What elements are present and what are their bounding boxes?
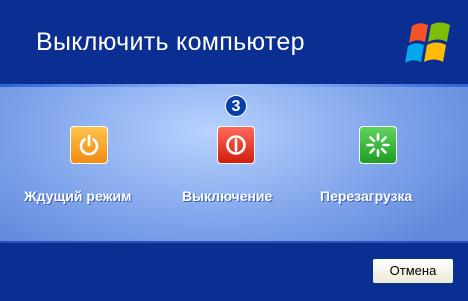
shutdown-dialog: Выключить компьютер 3 Ждущий режим Выклю… — [0, 0, 468, 301]
standby-button[interactable] — [70, 126, 108, 164]
turn-off-button[interactable] — [217, 126, 255, 164]
power-off-icon — [226, 135, 246, 155]
step-number-badge: 3 — [225, 95, 247, 117]
restart-label[interactable]: Перезагрузка — [320, 188, 412, 204]
windows-logo-icon — [405, 22, 450, 63]
restart-button[interactable] — [359, 126, 397, 164]
power-standby-icon — [79, 134, 99, 156]
title-bar: Выключить компьютер — [0, 0, 468, 87]
cancel-button[interactable]: Отмена — [372, 258, 454, 284]
turn-off-label[interactable]: Выключение — [182, 188, 272, 204]
standby-label[interactable]: Ждущий режим — [24, 188, 131, 204]
dialog-title: Выключить компьютер — [36, 28, 305, 56]
restart-icon — [366, 133, 390, 157]
